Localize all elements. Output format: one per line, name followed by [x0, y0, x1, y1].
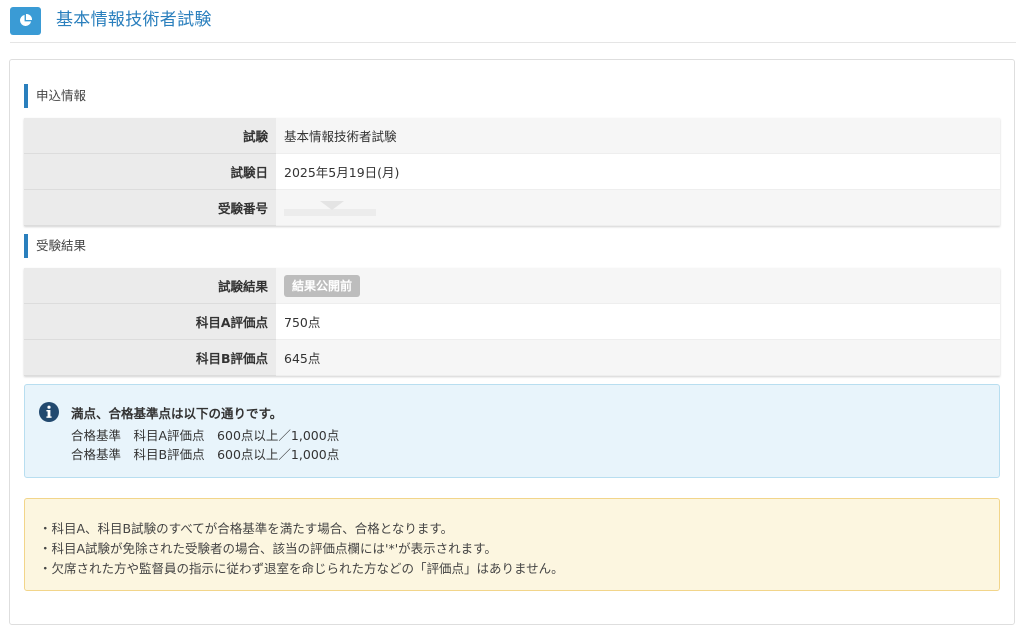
row-label-result: 試験結果	[24, 268, 276, 304]
row-value-score-a: 750点	[276, 303, 1000, 340]
row-label-score-a: 科目A評価点	[24, 303, 276, 340]
info-alert-title: 満点、合格基準点は以下の通りです。	[71, 406, 283, 421]
table-row: 科目B評価点 645点	[24, 339, 1000, 376]
row-value-exam: 基本情報技術者試験	[276, 118, 1000, 154]
redacted-exam-number	[284, 201, 376, 217]
page-title: 基本情報技術者試験	[56, 10, 212, 30]
notes-alert: ・科目A、科目B試験のすべてが合格基準を満たす場合、合格となります。 ・科目A試…	[24, 498, 1000, 591]
row-value-exam-date: 2025年5月19日(月)	[276, 153, 1000, 190]
table-row: 科目A評価点 750点	[24, 303, 1000, 340]
row-label-exam-date: 試験日	[24, 153, 276, 190]
table-row: 受験番号	[24, 189, 1000, 226]
info-circle-icon	[39, 402, 59, 422]
notes-line: ・科目A試験が免除された受験者の場合、該当の評価点欄には'*'が表示されます。	[39, 541, 497, 556]
row-value-result: 結果公開前	[276, 268, 1000, 304]
pie-chart-icon	[10, 7, 41, 35]
info-alert: 満点、合格基準点は以下の通りです。 合格基準 科目A評価点 600点以上／1,0…	[24, 384, 1000, 478]
row-value-exam-number	[276, 189, 1000, 226]
main-panel: 申込情報 試験 基本情報技術者試験 試験日 2025年5月19日(月) 受験番号…	[9, 59, 1015, 625]
status-badge: 結果公開前	[284, 274, 361, 297]
notes-line: ・欠席された方や監督員の指示に従わず退室を命じられた方などの「評価点」はありませ…	[39, 561, 564, 576]
row-value-score-b: 645点	[276, 339, 1000, 376]
row-label-exam-number: 受験番号	[24, 189, 276, 226]
row-label-exam: 試験	[24, 118, 276, 154]
table-row: 試験 基本情報技術者試験	[24, 118, 1000, 154]
application-info-table: 試験 基本情報技術者試験 試験日 2025年5月19日(月) 受験番号	[24, 118, 1000, 226]
section-title-result: 受験結果	[24, 234, 86, 258]
page-header: 基本情報技術者試験	[10, 6, 1016, 43]
notes-line: ・科目A、科目B試験のすべてが合格基準を満たす場合、合格となります。	[39, 521, 454, 536]
exam-result-table: 試験結果 結果公開前 科目A評価点 750点 科目B評価点 645点	[24, 268, 1000, 376]
row-label-score-b: 科目B評価点	[24, 339, 276, 376]
table-row: 試験結果 結果公開前	[24, 268, 1000, 304]
info-alert-line: 合格基準 科目A評価点 600点以上／1,000点	[71, 428, 340, 443]
info-alert-line: 合格基準 科目B評価点 600点以上／1,000点	[71, 447, 340, 462]
table-row: 試験日 2025年5月19日(月)	[24, 153, 1000, 190]
section-title-application: 申込情報	[24, 84, 86, 108]
